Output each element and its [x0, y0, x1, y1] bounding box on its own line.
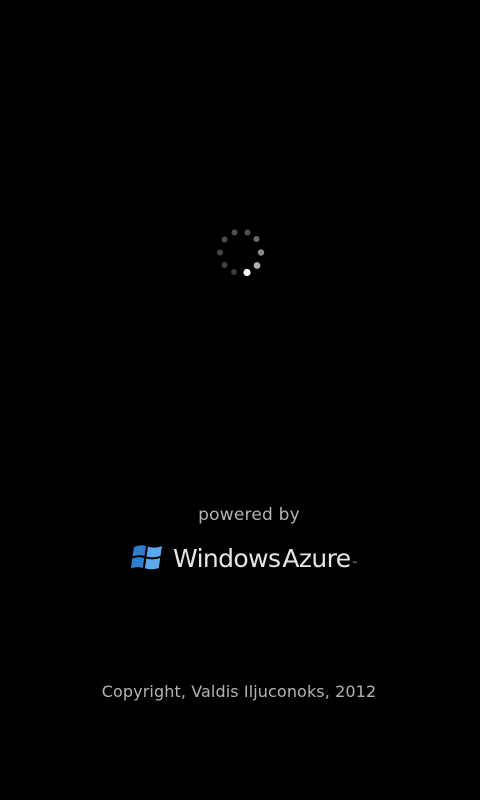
logo-word-azure: Azure — [282, 543, 351, 573]
powered-by-label: powered by — [198, 505, 300, 525]
windows-flag-icon — [131, 545, 162, 570]
logo-wordmark: WindowsAzure — [173, 546, 351, 571]
copyright-text: Copyright, Valdis Iljuconoks, 2012 — [101, 682, 377, 701]
windows-azure-logo: WindowsAzure ™ — [131, 540, 358, 576]
splash-screen: powered by WindowsAzure ™ Copyright, Val… — [0, 0, 480, 800]
logo-word-windows: Windows — [173, 543, 281, 573]
logo-trademark: ™ — [351, 561, 358, 568]
spinner-icon — [217, 229, 265, 277]
